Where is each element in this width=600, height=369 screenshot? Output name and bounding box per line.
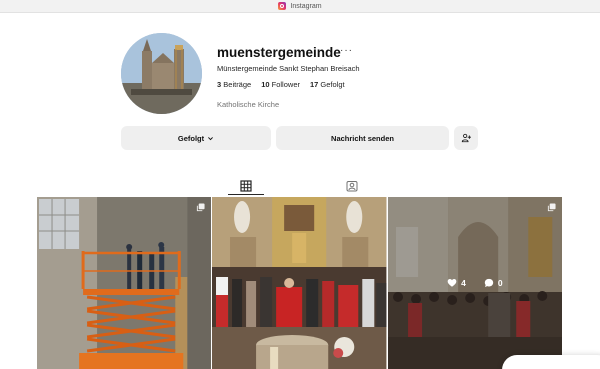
more-horizontal-icon: ··· (340, 45, 353, 56)
send-message-label: Nachricht senden (331, 133, 394, 143)
send-message-button[interactable]: Nachricht senden (276, 126, 449, 150)
instagram-icon (278, 2, 287, 10)
stat-following-count: 17 (309, 80, 319, 89)
following-button[interactable]: Gefolgt (121, 126, 271, 150)
active-tab-indicator (228, 194, 264, 195)
more-options-button[interactable]: ··· (340, 45, 353, 56)
profile-avatar[interactable] (121, 33, 202, 114)
stat-followers[interactable]: 10 Follower (261, 80, 300, 89)
post-likes: 4 (447, 278, 466, 288)
stat-followers-count: 10 (261, 80, 270, 89)
profile-category: Katholische Kirche (217, 100, 280, 109)
carousel-icon (547, 203, 556, 212)
heart-icon (447, 279, 457, 287)
post-1-photo (37, 197, 212, 369)
post-2-photo (212, 197, 387, 369)
profile-full-name: Münstergemeinde Sankt Stephan Breisach (217, 64, 360, 73)
chevron-down-icon (208, 136, 214, 140)
stat-followers-label: Follower (271, 80, 300, 89)
post-grid: 4 0 (37, 197, 562, 369)
stat-following-label: Gefolgt (320, 80, 345, 89)
carousel-icon (197, 203, 205, 212)
window-title: Instagram (290, 2, 322, 10)
profile-username: muenstergemeinde (217, 45, 341, 60)
post-comments-count: 0 (497, 278, 503, 288)
post-thumbnail-3[interactable]: 4 0 (387, 197, 562, 369)
post-hover-overlay: 4 0 (387, 197, 562, 369)
window-title-bar: Instagram (0, 0, 600, 13)
tagged-person-icon (346, 181, 358, 192)
profile-stats: 3 Beiträge 10 Follower 17 Gefolgt (217, 80, 345, 89)
comment-bubble-icon (484, 278, 493, 287)
tab-tagged[interactable] (346, 179, 358, 192)
post-thumbnail-1[interactable] (37, 197, 212, 369)
messages-widget[interactable] (502, 355, 600, 369)
post-thumbnail-2[interactable] (212, 197, 387, 369)
tab-posts[interactable] (240, 179, 252, 192)
person-add-icon (461, 133, 471, 143)
stat-following[interactable]: 17 Gefolgt (310, 80, 345, 89)
post-comments: 0 (484, 278, 503, 288)
stat-posts: 3 Beiträge (217, 80, 251, 89)
grid-icon (240, 180, 252, 192)
post-likes-count: 4 (461, 278, 466, 288)
stat-posts-label: Beiträge (223, 80, 252, 89)
suggest-people-button[interactable] (454, 126, 478, 150)
following-button-label: Gefolgt (177, 133, 205, 143)
stat-posts-count: 3 (217, 80, 222, 89)
avatar-church-photo (121, 33, 202, 114)
